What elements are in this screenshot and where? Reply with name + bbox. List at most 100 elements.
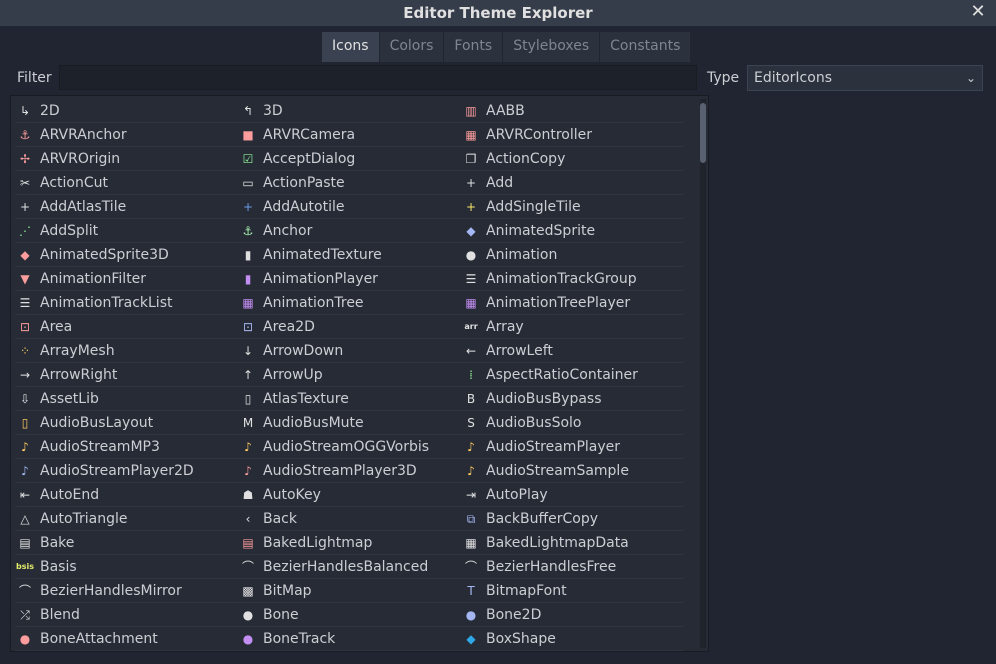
icon-list-item[interactable]: ⌒ BezierHandlesFree <box>461 555 684 579</box>
icon-list-item[interactable]: ▤ BakedLightmap <box>238 531 461 555</box>
icon-list-item[interactable]: △ AutoTriangle <box>15 507 238 531</box>
icon-list-item[interactable]: ↓ ArrowDown <box>238 339 461 363</box>
icon-list-item[interactable]: ♪ AudioStreamOGGVorbis <box>238 435 461 459</box>
item-icon: arr <box>464 321 478 331</box>
icon-list-item[interactable]: ⚓ ARVRAnchor <box>15 123 238 147</box>
tab-fonts[interactable]: Fonts <box>444 32 503 62</box>
icon-list-item[interactable]: ⌒ BezierHandlesMirror <box>15 579 238 603</box>
icon-list-item[interactable]: ● Bone2D <box>461 603 684 627</box>
icon-list-item[interactable]: ▼ AnimationFilter <box>15 267 238 291</box>
icon-list-item[interactable]: ▥ AABB <box>461 99 684 123</box>
item-icon: ⁞ <box>469 367 473 382</box>
icon-list-item[interactable]: M AudioBusMute <box>238 411 461 435</box>
icon-list-item[interactable]: ✂ ActionCut <box>15 171 238 195</box>
close-icon[interactable]: ✕ <box>968 2 988 22</box>
icon-list-item[interactable]: ■ ARVRCamera <box>238 123 461 147</box>
icon-list-item[interactable]: ♪ AudioStreamMP3 <box>15 435 238 459</box>
icon-list-item[interactable]: + Add <box>461 171 684 195</box>
item-icon: ■ <box>242 127 254 142</box>
icon-list-item[interactable]: ▦ BakedLightmapData <box>461 531 684 555</box>
vertical-scrollbar[interactable] <box>700 99 706 648</box>
item-label: Area <box>40 318 73 335</box>
item-label: ActionCopy <box>486 150 566 167</box>
tab-constants[interactable]: Constants <box>600 32 691 62</box>
icon-list-item[interactable]: ↑ ArrowUp <box>238 363 461 387</box>
icon-list-item[interactable]: ☰ AnimationTrackList <box>15 291 238 315</box>
icon-list-item[interactable]: ☰ AnimationTrackGroup <box>461 267 684 291</box>
icon-list-item[interactable]: ⇩ AssetLib <box>15 387 238 411</box>
icon-list-item[interactable]: ⊡ Area2D <box>238 315 461 339</box>
item-icon: ⇥ <box>465 487 477 502</box>
item-label: AnimationFilter <box>40 270 147 287</box>
icon-list-item[interactable]: ▮ AnimationPlayer <box>238 267 461 291</box>
icon-list-item[interactable]: ⊡ Area <box>15 315 238 339</box>
icon-list-item[interactable]: + AddSingleTile <box>461 195 684 219</box>
icon-list-item[interactable]: B AudioBusBypass <box>461 387 684 411</box>
item-icon: ● <box>19 631 31 646</box>
icon-list-item[interactable]: ● BoneTrack <box>238 627 461 651</box>
item-label: AddAtlasTile <box>40 198 127 215</box>
icon-list-item[interactable]: ↰ 3D <box>238 99 461 123</box>
item-label: AutoPlay <box>486 486 548 503</box>
icon-list-item[interactable]: bsis Basis <box>15 555 238 579</box>
icon-list-item[interactable]: ☑ AcceptDialog <box>238 147 461 171</box>
icon-list-item[interactable]: ♪ AudioStreamPlayer2D <box>15 459 238 483</box>
icon-list-item[interactable]: ▦ AnimationTreePlayer <box>461 291 684 315</box>
icon-list-item[interactable]: ↳ 2D <box>15 99 238 123</box>
type-dropdown[interactable]: EditorIcons ⌄ <box>747 65 983 91</box>
icon-list-item[interactable]: ♪ AudioStreamPlayer <box>461 435 684 459</box>
icon-list-item[interactable]: ☗ AutoKey <box>238 483 461 507</box>
scrollbar-thumb[interactable] <box>700 103 706 163</box>
item-icon: ♪ <box>244 463 252 478</box>
icon-list-item[interactable]: ▯ AudioBusLayout <box>15 411 238 435</box>
icon-list-item[interactable]: ⇥ AutoPlay <box>461 483 684 507</box>
icon-list-item[interactable]: ‹ Back <box>238 507 461 531</box>
filter-input[interactable] <box>59 65 697 90</box>
item-icon: ↓ <box>242 343 254 358</box>
icon-list-item[interactable]: ✢ ARVROrigin <box>15 147 238 171</box>
icon-list-item[interactable]: ♪ AudioStreamSample <box>461 459 684 483</box>
icon-list-item[interactable]: arr Array <box>461 315 684 339</box>
icon-list-item[interactable]: ● BoneAttachment <box>15 627 238 651</box>
icon-list-item[interactable]: ▤ Bake <box>15 531 238 555</box>
icon-list-item[interactable]: ◆ AnimatedSprite <box>461 219 684 243</box>
icon-list-item[interactable]: ◆ AnimatedSprite3D <box>15 243 238 267</box>
icon-list-item[interactable]: ▩ BitMap <box>238 579 461 603</box>
icon-list-item[interactable]: ● Animation <box>461 243 684 267</box>
icon-list-item[interactable]: ▮ AnimatedTexture <box>238 243 461 267</box>
icon-list-item[interactable]: S AudioBusSolo <box>461 411 684 435</box>
icon-list-item[interactable]: ← ArrowLeft <box>461 339 684 363</box>
icon-list-item[interactable]: + AddAutotile <box>238 195 461 219</box>
tab-styleboxes[interactable]: Styleboxes <box>503 32 600 62</box>
icon-list-item[interactable]: ⋰ AddSplit <box>15 219 238 243</box>
chevron-down-icon: ⌄ <box>965 71 976 85</box>
icon-list-item[interactable]: → ArrowRight <box>15 363 238 387</box>
icon-list-item[interactable]: ⧉ BackBufferCopy <box>461 507 684 531</box>
item-icon: ♪ <box>21 463 29 478</box>
tab-icons[interactable]: Icons <box>322 32 379 62</box>
item-icon: ▮ <box>244 247 252 262</box>
icon-list-item[interactable]: ▭ ActionPaste <box>238 171 461 195</box>
icon-list-item[interactable]: ⇤ AutoEnd <box>15 483 238 507</box>
item-icon: ⧉ <box>466 511 476 526</box>
icon-list-item[interactable]: ❐ ActionCopy <box>461 147 684 171</box>
filter-row: Filter Type EditorIcons ⌄ <box>10 64 986 92</box>
icon-list-item[interactable]: T BitmapFont <box>461 579 684 603</box>
item-label: Array <box>486 318 524 335</box>
icon-list-item[interactable]: ⚓ Anchor <box>238 219 461 243</box>
icon-list-item[interactable]: ⤮ Blend <box>15 603 238 627</box>
icon-list-item[interactable]: ⁞ AspectRatioContainer <box>461 363 684 387</box>
icon-list-item[interactable]: ▯ AtlasTexture <box>238 387 461 411</box>
tab-colors[interactable]: Colors <box>379 32 444 62</box>
item-icon: M <box>242 415 254 430</box>
icon-list-item[interactable]: ▦ AnimationTree <box>238 291 461 315</box>
item-label: AspectRatioContainer <box>486 366 638 383</box>
icon-list-item[interactable]: ♪ AudioStreamPlayer3D <box>238 459 461 483</box>
icon-list-item[interactable]: ▦ ARVRController <box>461 123 684 147</box>
icon-list-item[interactable]: ⁘ ArrayMesh <box>15 339 238 363</box>
icon-list-item[interactable]: ◆ BoxShape <box>461 627 684 651</box>
item-icon: bsis <box>16 561 34 571</box>
icon-list-item[interactable]: ⌒ BezierHandlesBalanced <box>238 555 461 579</box>
icon-list-item[interactable]: + AddAtlasTile <box>15 195 238 219</box>
icon-list-item[interactable]: ● Bone <box>238 603 461 627</box>
